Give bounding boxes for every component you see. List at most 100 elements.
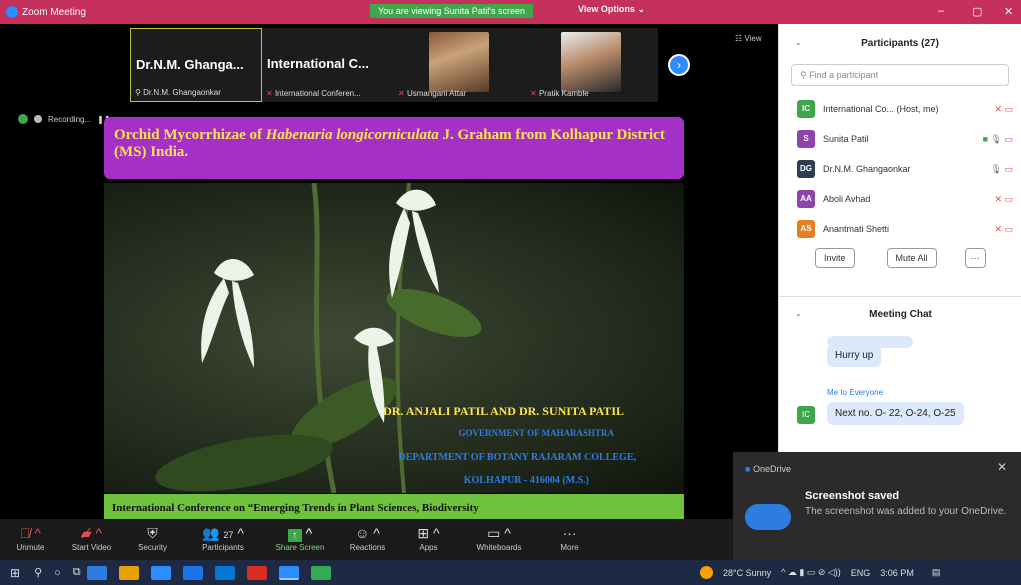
slide-city: KOLHAPUR - 416004 (M.S.) — [463, 475, 589, 486]
people-icon: 👥 — [202, 525, 220, 541]
mic-icon: 🎙 ▭ — [990, 164, 1013, 174]
tray-icons[interactable]: ^ ☁ ▮ ▭ ⊘ ◁)) — [781, 567, 841, 578]
language-indicator[interactable]: ENG — [851, 568, 871, 578]
window-titlebar: Zoom Meeting You are viewing Sunita Pati… — [0, 0, 1021, 24]
tile-name: Dr.N.M. Ghanga... — [136, 57, 244, 72]
collapse-chevron-icon[interactable]: ⌄ — [795, 38, 802, 47]
video-off-icon: ▰̸ ^ — [80, 525, 103, 541]
avatar: IC — [797, 100, 815, 118]
shield-icon: ⛨ — [147, 525, 158, 541]
muted-mic-icon: ✕ — [266, 89, 273, 98]
avatar: AA — [797, 190, 815, 208]
participant-video-tile[interactable]: Dr.N.M. Ghanga... ⚲ Dr.N.M. Ghangaonkar — [130, 28, 262, 102]
view-button[interactable]: ☷ View — [735, 34, 762, 43]
participant-video-feed — [561, 32, 621, 92]
maximize-button[interactable]: ▢ — [972, 5, 982, 18]
close-icon[interactable]: ✕ — [997, 460, 1007, 474]
windows-start-icon[interactable]: ⊞ — [10, 566, 20, 580]
security-shield-icon — [18, 114, 28, 124]
chrome-icon[interactable] — [182, 565, 203, 580]
reactions-button[interactable]: ☺ ^ Reactions — [337, 519, 398, 560]
view-options-button[interactable]: View Options ⌄ — [578, 4, 645, 15]
participants-button[interactable]: 👥 27 ^ Participants — [183, 519, 263, 560]
tile-name: International C... — [267, 56, 369, 71]
zoom-taskbar-icon[interactable] — [278, 565, 299, 580]
participant-video-tile[interactable]: International C... ✕ International Confe… — [262, 28, 394, 102]
edge-icon[interactable] — [86, 565, 107, 580]
participant-video-feed — [429, 32, 489, 92]
chat-message: Hurry up — [827, 344, 882, 367]
tile-label: Pratik Kamble — [538, 89, 589, 98]
participant-name: Sunita Patil — [823, 134, 869, 144]
muted-mic-icon: 🎙̸ ^ — [20, 525, 41, 541]
windows-taskbar: ⊞ ⚲ ○ ⧉ 28°C Sunny ^ ☁ ▮ ▭ ⊘ ◁)) ENG 3:0… — [0, 560, 1021, 585]
unmute-button[interactable]: 🎙̸ ^ Unmute — [0, 519, 61, 560]
participant-row[interactable]: DG Dr.N.M. Ghangaonkar 🎙 ▭ — [779, 154, 1021, 184]
video-gallery-strip: Dr.N.M. Ghanga... ⚲ Dr.N.M. Ghangaonkar … — [130, 28, 658, 102]
tile-label: Usmangani Attar — [406, 89, 467, 98]
more-options-button[interactable]: ··· — [964, 248, 986, 268]
search-icon[interactable]: ⚲ — [34, 566, 42, 579]
onedrive-icon: ■ — [745, 464, 751, 474]
mail-icon[interactable] — [214, 565, 235, 580]
participant-row[interactable]: IC International Co... (Host, me) ✕ ▭ — [779, 94, 1021, 124]
weather-text[interactable]: 28°C Sunny — [723, 568, 771, 578]
store-icon[interactable] — [150, 565, 171, 580]
cortana-icon[interactable]: ○ — [54, 567, 61, 579]
tile-label: Dr.N.M. Ghangaonkar — [143, 88, 221, 97]
slide-department: DEPARTMENT OF BOTANY RAJARAM COLLEGE, — [398, 452, 636, 463]
toast-title: Screenshot saved — [805, 490, 900, 502]
sharing-icon: ■ 🎙 ▭ — [982, 134, 1013, 144]
toast-app: OneDrive — [752, 464, 791, 474]
meeting-toolbar: 🎙̸ ^ Unmute ▰̸ ^ Start Video ⛨ Security 👥 2… — [0, 519, 778, 560]
muted-mic-icon: ✕ — [398, 89, 405, 98]
participant-search-input[interactable]: ⚲ Find a participant — [791, 64, 1009, 86]
avatar: IC — [797, 406, 815, 424]
notification-icon[interactable]: ▤ — [932, 567, 941, 578]
share-screen-button[interactable]: ↑ ^ Share Screen — [263, 519, 337, 560]
search-icon: ⚲ — [800, 70, 807, 80]
participant-row[interactable]: S Sunita Patil ■ 🎙 ▭ — [779, 124, 1021, 154]
pin-icon: ⚲ — [135, 88, 141, 97]
app-icon[interactable] — [310, 565, 331, 580]
muted-mic-icon: ✕ — [530, 89, 537, 98]
opera-icon[interactable] — [246, 565, 267, 580]
slide-conference-banner: International Conference on “Emerging Tr… — [104, 494, 684, 520]
next-page-arrow-icon[interactable]: › — [668, 54, 690, 76]
chat-header: ⌄ Meeting Chat — [779, 296, 1021, 328]
clock[interactable]: 3:06 PM — [880, 568, 914, 578]
recording-label: Recording... — [48, 114, 92, 124]
participant-video-tile[interactable]: ✕ Usmangani Attar — [394, 28, 526, 102]
whiteboards-button[interactable]: ▭ ^ Whiteboards — [459, 519, 539, 560]
more-button[interactable]: ··· More — [539, 519, 600, 560]
app-title: Zoom Meeting — [22, 6, 86, 18]
onedrive-notification[interactable]: ■ OneDrive ✕ Screenshot saved The screen… — [733, 452, 1021, 560]
collapse-chevron-icon[interactable]: ⌄ — [795, 309, 802, 318]
zoom-logo-icon — [6, 6, 18, 18]
close-window-button[interactable]: ✕ — [1004, 5, 1013, 18]
minimize-button[interactable]: – — [938, 5, 944, 17]
toast-body: The screenshot was added to your OneDriv… — [805, 506, 1007, 517]
participant-row[interactable]: AS Anantmati Shetti ✕ ▭ — [779, 214, 1021, 244]
participant-actions: Invite Mute All ··· — [779, 244, 1021, 268]
mute-all-button[interactable]: Mute All — [886, 248, 937, 268]
slide-orchid-photo — [104, 182, 684, 494]
whiteboard-icon: ▭ ^ — [487, 525, 511, 541]
participant-row[interactable]: AA Aboli Avhad ✕ ▭ — [779, 184, 1021, 214]
recording-indicator: Recording... ❚❚ ■ — [18, 114, 118, 124]
chat-message: Next no. O- 22, O-24, O-25 — [827, 402, 964, 425]
onedrive-cloud-icon — [745, 504, 791, 530]
smiley-icon: ☺ ^ — [355, 525, 380, 541]
apps-button[interactable]: ⊞ ^ Apps — [398, 519, 459, 560]
participant-name: Anantmati Shetti — [823, 224, 890, 234]
slide-authors: DR. ANJALI PATIL AND DR. SUNITA PATIL — [383, 404, 624, 418]
record-dot-icon — [34, 115, 42, 123]
file-explorer-icon[interactable] — [118, 565, 139, 580]
participant-name: Dr.N.M. Ghangaonkar — [823, 164, 911, 174]
security-button[interactable]: ⛨ Security — [122, 519, 183, 560]
start-video-button[interactable]: ▰̸ ^ Start Video — [61, 519, 122, 560]
invite-button[interactable]: Invite — [815, 248, 855, 268]
participant-video-tile[interactable]: ✕ Pratik Kamble — [526, 28, 658, 102]
ellipsis-icon: ··· — [562, 525, 577, 541]
task-view-icon[interactable]: ⧉ — [73, 566, 81, 579]
